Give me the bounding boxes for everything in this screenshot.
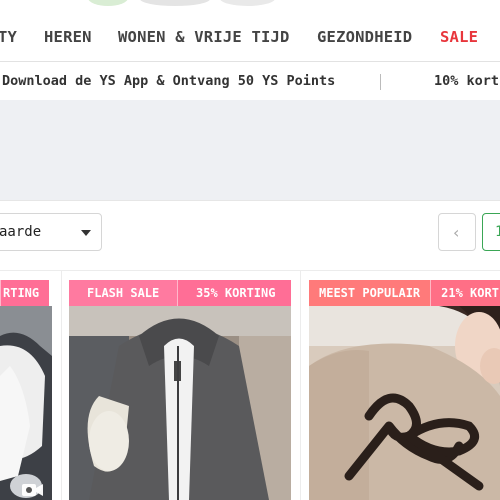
popular-badge: MEEST POPULAIR: [309, 280, 431, 306]
promo-discount[interactable]: 10% kort: [434, 73, 499, 89]
chevron-down-icon: [81, 230, 91, 236]
video-camera-icon: [22, 484, 43, 496]
nav-item-gezondheid[interactable]: GEZONDHEID: [317, 28, 412, 46]
column-divider: [300, 270, 301, 500]
badge-row: RTING: [0, 280, 52, 306]
column-divider: [61, 270, 62, 500]
promo-bar: Download de YS App & Ontvang 50 YS Point…: [0, 62, 500, 100]
discount-badge: 35% KORTING: [177, 280, 291, 306]
discount-badge: RTING: [0, 280, 50, 306]
toolbar-divider: [0, 200, 500, 201]
nav-item-beauty[interactable]: TY: [0, 28, 17, 46]
discount-badge: 21% KORT: [430, 280, 500, 306]
badge-row: FLASH SALE 35% KORTING: [69, 280, 291, 306]
chevron-left-icon: ‹: [453, 223, 460, 242]
product-card[interactable]: RTING: [0, 280, 52, 500]
nav-item-sale[interactable]: SALE: [440, 28, 478, 46]
badge-row: MEEST POPULAIR 21% KORT: [309, 280, 500, 306]
flash-sale-badge: FLASH SALE: [69, 280, 177, 306]
pagination-prev-button[interactable]: ‹: [438, 213, 476, 251]
product-image[interactable]: [0, 306, 52, 500]
logo[interactable]: [80, 0, 280, 14]
page-number: 1: [495, 224, 500, 240]
main-nav: TY HEREN WONEN & VRIJE TIJD GEZONDHEID S…: [0, 22, 500, 54]
product-image[interactable]: [69, 306, 291, 500]
nav-item-heren[interactable]: HEREN: [44, 28, 92, 46]
promo-app-download[interactable]: Download de YS App & Ontvang 50 YS Point…: [2, 73, 335, 89]
hero-banner: [0, 100, 500, 200]
product-image[interactable]: [309, 306, 500, 500]
sort-selected-value: aarde: [0, 224, 42, 240]
grid-top-divider: [0, 270, 500, 271]
product-card[interactable]: FLASH SALE 35% KORTING: [69, 280, 291, 500]
pagination-current-page[interactable]: 1: [482, 213, 500, 251]
nav-item-wonen[interactable]: WONEN & VRIJE TIJD: [118, 28, 290, 46]
sort-dropdown[interactable]: aarde: [0, 213, 102, 251]
product-card[interactable]: MEEST POPULAIR 21% KORT: [309, 280, 500, 500]
promo-divider: [380, 74, 381, 90]
